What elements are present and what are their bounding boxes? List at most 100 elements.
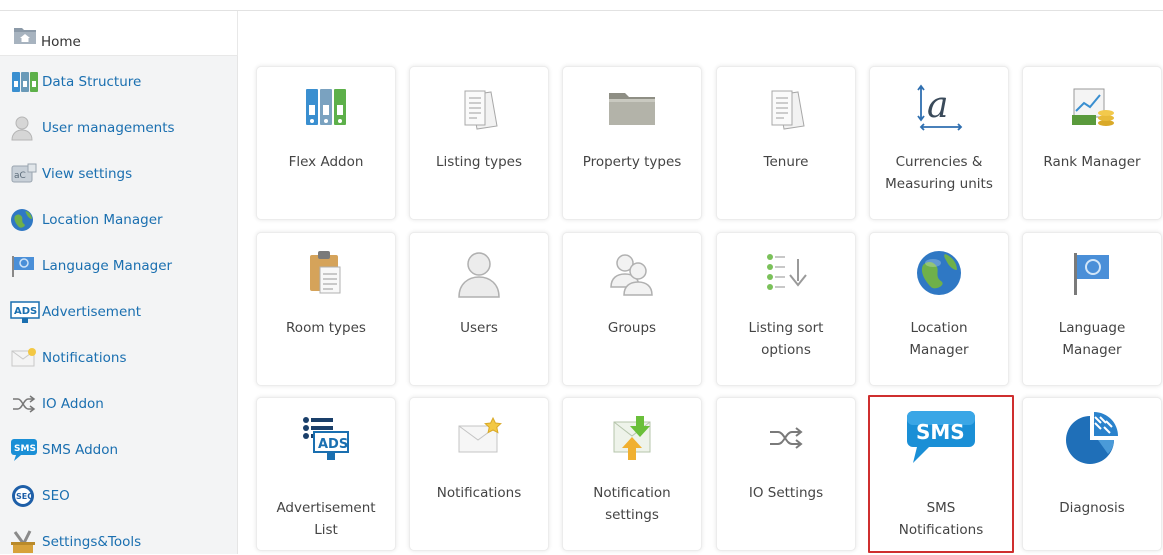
- tile-label-line: List: [314, 522, 338, 538]
- tile-label: Advertisement List: [263, 497, 389, 541]
- tile-label-line: Language: [1058, 320, 1126, 336]
- tile-label: Property types: [582, 154, 682, 170]
- folder-icon: [609, 93, 655, 125]
- home-label: Home: [41, 34, 81, 50]
- svg-text:SEO: SEO: [16, 492, 34, 501]
- tile-notifications[interactable]: Notifications: [409, 397, 549, 551]
- tile-label-line: Notification: [593, 485, 671, 501]
- tile-sms-notifications[interactable]: SMS SMS Notifications: [868, 395, 1014, 553]
- sidebar-item-user-managements[interactable]: User managements: [10, 115, 235, 141]
- tile-io-settings[interactable]: IO Settings: [716, 397, 856, 551]
- tile-users[interactable]: Users: [409, 232, 549, 386]
- sidebar-item-label: Advertisement: [42, 304, 142, 320]
- notification-settings-icon: [613, 416, 651, 460]
- tile-label: Notifications: [436, 485, 522, 501]
- sidebar-item-label: View settings: [42, 166, 133, 182]
- home-folder-icon: [14, 28, 36, 44]
- tile-diagnosis[interactable]: Diagnosis: [1022, 397, 1162, 551]
- tile-label-line: Currencies &: [895, 154, 983, 170]
- svg-text:aC: aC: [14, 171, 26, 181]
- tile-label: Flex Addon: [288, 154, 364, 170]
- envelope-star-icon: [458, 416, 502, 453]
- flag-icon: [12, 256, 34, 277]
- tile-listing-sort-options[interactable]: Listing sort options: [716, 232, 856, 386]
- sidebar: Data Structure User managements aC View …: [0, 56, 238, 554]
- tile-label-line: options: [761, 342, 811, 358]
- sidebar-item-seo[interactable]: SEO SEO: [10, 483, 235, 509]
- tile-label: Currencies & Measuring units: [876, 151, 1002, 195]
- sidebar-item-label: Language Manager: [42, 258, 173, 274]
- tile-label: IO Settings: [748, 485, 824, 501]
- tile-label-line: SMS: [926, 500, 956, 516]
- sidebar-item-sms-addon[interactable]: SMS SMS Addon: [10, 437, 235, 463]
- tile-label: Location Manager: [876, 317, 1002, 361]
- sidebar-item-advertisement[interactable]: ADS Advertisement: [10, 299, 235, 325]
- tile-currencies-measuring-units[interactable]: a Currencies & Measuring units: [869, 66, 1009, 220]
- tile-label-line: settings: [605, 507, 659, 523]
- sidebar-item-language-manager[interactable]: Language Manager: [10, 253, 235, 279]
- sidebar-item-label: SMS Addon: [42, 442, 119, 458]
- tile-location-manager[interactable]: Location Manager: [869, 232, 1009, 386]
- view-settings-icon: aC: [11, 163, 37, 183]
- tile-label: Listing sort options: [723, 317, 849, 361]
- sidebar-item-io-addon[interactable]: IO Addon: [10, 391, 235, 417]
- tile-label: Notification settings: [569, 482, 695, 526]
- tile-groups[interactable]: Groups: [562, 232, 702, 386]
- ads-list-icon: ADS: [303, 417, 349, 460]
- tile-label: SMS Notifications: [876, 497, 1006, 541]
- binders-icon: [12, 72, 38, 92]
- globe-icon: [11, 209, 33, 231]
- sidebar-item-label: Location Manager: [42, 212, 163, 228]
- tile-flex-addon[interactable]: Flex Addon: [256, 66, 396, 220]
- tile-label: Groups: [607, 320, 657, 336]
- envelope-icon: [11, 348, 36, 367]
- sidebar-item-location-manager[interactable]: Location Manager: [10, 207, 235, 233]
- tile-notification-settings[interactable]: Notification settings: [562, 397, 702, 551]
- tile-property-types[interactable]: Property types: [562, 66, 702, 220]
- sidebar-item-label: IO Addon: [42, 396, 104, 412]
- tile-label-line: Notifications: [898, 522, 984, 538]
- chart-coins-icon: [1072, 88, 1114, 126]
- sms-icon: SMS: [11, 439, 37, 461]
- svg-text:ADS: ADS: [14, 306, 37, 317]
- tile-label: Diagnosis: [1059, 500, 1125, 516]
- user-icon: [458, 252, 500, 298]
- tile-label-line: Location: [910, 320, 968, 336]
- tile-rank-manager[interactable]: Rank Manager: [1022, 66, 1162, 220]
- tile-label: Users: [460, 320, 498, 336]
- tile-label-line: Measuring units: [885, 176, 993, 192]
- sidebar-item-view-settings[interactable]: aC View settings: [10, 161, 235, 187]
- globe-icon: [917, 251, 961, 295]
- tile-room-types[interactable]: Room types: [256, 232, 396, 386]
- documents-icon: [464, 90, 498, 130]
- tile-label: Language Manager: [1029, 317, 1155, 361]
- tile-label: Listing types: [436, 154, 522, 170]
- sort-list-icon: [767, 254, 807, 290]
- user-icon: [11, 116, 33, 141]
- sidebar-item-notifications[interactable]: Notifications: [10, 345, 235, 371]
- home-breadcrumb[interactable]: Home: [0, 11, 238, 56]
- tile-listing-types[interactable]: Listing types: [409, 66, 549, 220]
- tile-label: Room types: [286, 320, 366, 336]
- measure-a-icon: a: [917, 84, 963, 131]
- sidebar-item-label: Notifications: [42, 350, 127, 366]
- sidebar-item-data-structure[interactable]: Data Structure: [10, 69, 235, 95]
- tile-label: Tenure: [763, 154, 809, 170]
- tile-label-line: Manager: [909, 342, 969, 358]
- svg-text:SMS: SMS: [916, 420, 965, 444]
- tile-language-manager[interactable]: Language Manager: [1022, 232, 1162, 386]
- tile-label-line: Manager: [1062, 342, 1122, 358]
- seo-icon: SEO: [12, 485, 34, 507]
- tile-advertisement-list[interactable]: ADS Advertisement List: [256, 397, 396, 551]
- group-icon: [610, 254, 653, 296]
- tile-tenure[interactable]: Tenure: [716, 66, 856, 220]
- tools-icon: [11, 530, 35, 553]
- ads-icon: ADS: [10, 301, 40, 323]
- sidebar-item-label: Settings&Tools: [42, 534, 142, 550]
- sidebar-item-settings-tools[interactable]: Settings&Tools: [10, 529, 235, 555]
- sidebar-item-label: Data Structure: [42, 74, 142, 90]
- svg-text:ADS: ADS: [318, 437, 348, 452]
- flag-icon: [1074, 253, 1109, 295]
- sms-icon: SMS: [907, 411, 975, 463]
- tile-label-line: Listing sort: [748, 320, 824, 336]
